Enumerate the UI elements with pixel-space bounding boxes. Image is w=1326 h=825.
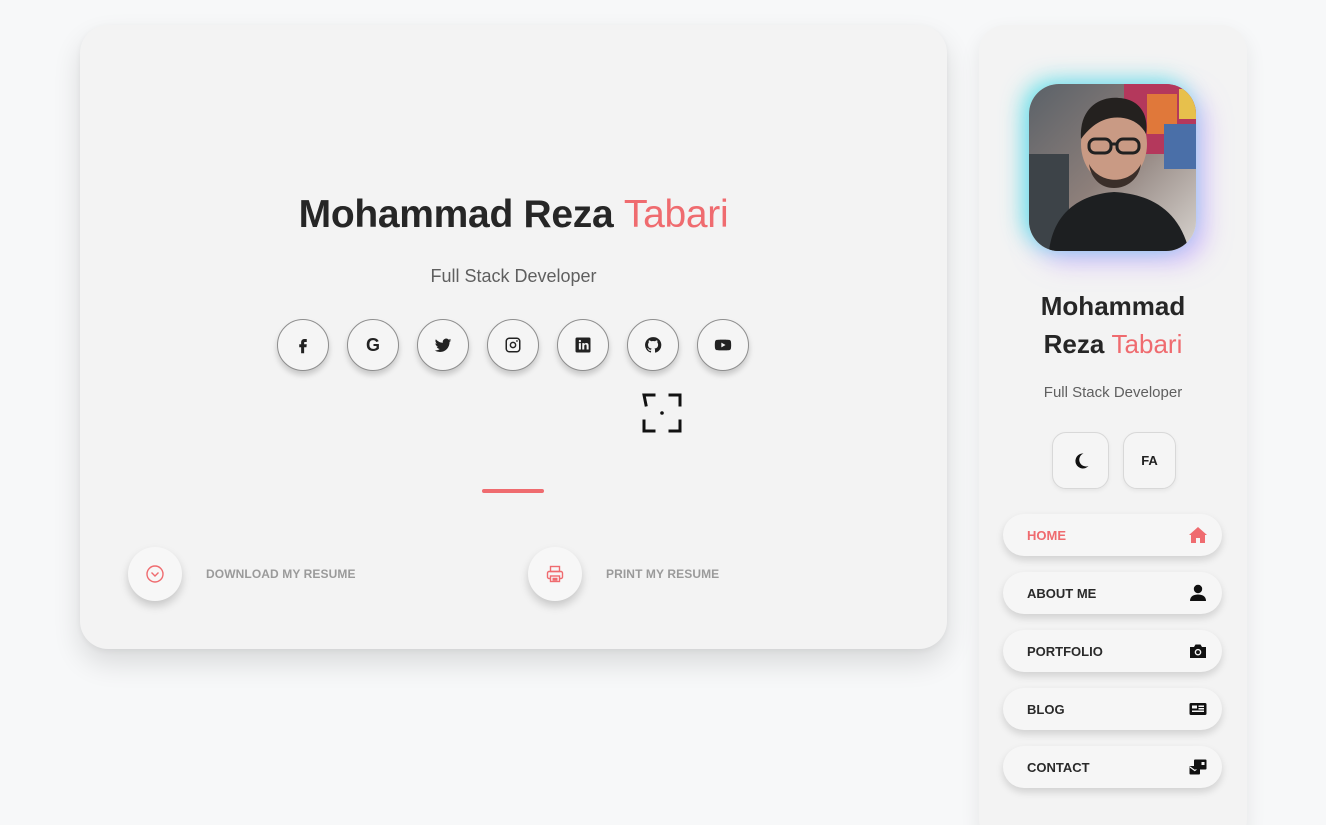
download-resume-button[interactable] <box>128 547 182 601</box>
language-toggle-label: FA <box>1141 453 1158 468</box>
nav-item-portfolio[interactable]: PORTFOLIO <box>1003 630 1222 672</box>
user-icon <box>1190 584 1206 601</box>
nav-item-contact[interactable]: CONTACT <box>1003 746 1222 788</box>
avatar <box>1029 84 1196 251</box>
nav-item-label: HOME <box>1027 527 1066 543</box>
home-icon <box>1189 527 1207 543</box>
printer-icon <box>546 565 564 583</box>
instagram-icon <box>505 337 521 353</box>
moon-icon <box>1074 452 1088 468</box>
facebook-icon <box>299 339 307 354</box>
sidebar-role: Full Stack Developer <box>1043 384 1183 401</box>
social-links: G <box>277 319 749 371</box>
google-link[interactable]: G <box>347 319 399 371</box>
print-resume-button[interactable] <box>528 547 582 601</box>
hero-first-name: Mohammad Reza <box>298 193 614 236</box>
download-resume-label[interactable]: DOWNLOAD MY RESUME <box>206 567 356 581</box>
github-icon <box>645 337 662 353</box>
focus-cursor-icon <box>642 393 682 433</box>
twitter-link[interactable] <box>417 319 469 371</box>
nav-item-label: BLOG <box>1027 701 1065 717</box>
print-resume-action[interactable]: PRINT MY RESUME <box>528 547 719 601</box>
github-link[interactable] <box>627 319 679 371</box>
nav-item-home[interactable]: HOME <box>1003 514 1222 556</box>
sidebar-nav: HOME ABOUT ME PORTFOLIO BLOG CONTACT <box>1003 514 1222 804</box>
camera-icon <box>1190 644 1206 658</box>
google-icon: G <box>365 334 380 355</box>
hero-role: Full Stack Developer <box>430 266 597 286</box>
instagram-link[interactable] <box>487 319 539 371</box>
hero-card: Mohammad Reza Tabari Full Stack Develope… <box>80 25 947 649</box>
youtube-icon <box>714 339 732 351</box>
print-resume-label[interactable]: PRINT MY RESUME <box>606 567 719 581</box>
mail-bulk-icon <box>1189 759 1207 775</box>
facebook-link[interactable] <box>277 319 329 371</box>
nav-item-blog[interactable]: BLOG <box>1003 688 1222 730</box>
nav-item-label: CONTACT <box>1027 759 1090 775</box>
download-resume-action[interactable]: DOWNLOAD MY RESUME <box>128 547 356 601</box>
nav-item-about-me[interactable]: ABOUT ME <box>1003 572 1222 614</box>
sidebar-last-name: Tabari <box>1111 329 1183 359</box>
sidebar: Mohammad Reza Tabari Full Stack Develope… <box>979 25 1247 825</box>
nav-item-label: PORTFOLIO <box>1027 643 1103 659</box>
accent-divider <box>482 489 544 493</box>
chevron-down-circle-icon <box>146 565 164 583</box>
sidebar-name: Mohammad Reza Tabari <box>979 287 1247 363</box>
linkedin-link[interactable] <box>557 319 609 371</box>
newspaper-icon <box>1189 703 1207 715</box>
nav-item-label: ABOUT ME <box>1027 585 1097 601</box>
hero-name: Mohammad Reza Tabari <box>80 193 947 237</box>
sidebar-name-line2: Reza Tabari <box>979 325 1247 363</box>
dark-mode-toggle[interactable] <box>1052 432 1109 489</box>
language-toggle[interactable]: FA <box>1123 432 1176 489</box>
profile-photo <box>1029 84 1196 251</box>
twitter-icon <box>434 338 452 352</box>
hero-last-name: Tabari <box>623 193 729 236</box>
sidebar-first-name: Reza <box>1043 329 1105 359</box>
sidebar-name-line1: Mohammad <box>1040 291 1186 321</box>
linkedin-icon <box>575 337 591 353</box>
youtube-link[interactable] <box>697 319 749 371</box>
sidebar-toggles: FA <box>1052 432 1176 489</box>
